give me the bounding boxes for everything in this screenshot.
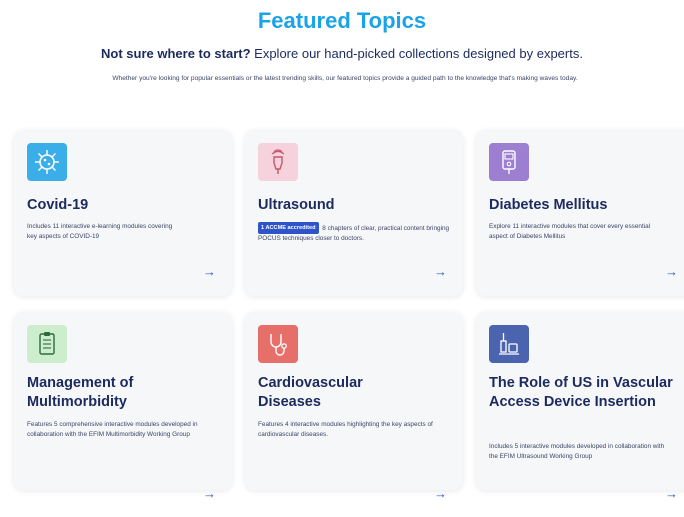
ultrasound-probe-icon — [258, 143, 298, 181]
card-title: Cardiovascular Diseases — [258, 375, 363, 410]
glucose-meter-icon — [489, 143, 529, 181]
subtitle-rest: Explore our hand-picked collections desi… — [250, 46, 583, 61]
card-title: Diabetes Mellitus — [489, 197, 608, 213]
virus-icon — [27, 143, 67, 181]
card-description: Explore 11 interactive modules that cove… — [489, 223, 651, 240]
card-title: Management of Multimorbidity — [27, 375, 134, 410]
page-description: Whether you're looking for popular essen… — [112, 75, 578, 82]
syringe-vial-icon — [489, 325, 529, 363]
page-subtitle: Not sure where to start? Explore our han… — [0, 46, 684, 61]
page-title: Featured Topics — [257, 8, 427, 33]
card-description: Features 4 interactive modules highlight… — [258, 421, 433, 438]
accreditation-badge: 1 ACCME accredited — [258, 222, 319, 234]
card-description: 1 ACCME accredited 8 chapters of clear, … — [258, 222, 453, 244]
card-title: Ultrasound — [258, 197, 335, 213]
topic-card-vascular-access[interactable]: The Role of US in Vascular Access Device… — [476, 312, 684, 501]
topic-card-diabetes[interactable]: Diabetes Mellitus Explore 11 interactive… — [476, 130, 684, 296]
topic-card-ultrasound[interactable]: Ultrasound 1 ACCME accredited 8 chapters… — [245, 130, 463, 296]
subtitle-bold: Not sure where to start? — [101, 46, 251, 61]
clipboard-checklist-icon — [27, 325, 67, 363]
arrow-right-icon[interactable]: → — [203, 486, 216, 501]
card-description: Features 5 comprehensive interactive mod… — [27, 421, 198, 438]
card-description: Includes 5 interactive modules developed… — [489, 443, 665, 460]
stethoscope-heart-icon — [258, 325, 298, 363]
topic-card-cardiovascular[interactable]: Cardiovascular Diseases Features 4 inter… — [245, 312, 463, 501]
arrow-right-icon[interactable]: → — [434, 264, 447, 279]
arrow-right-icon[interactable]: → — [665, 264, 678, 279]
arrow-right-icon[interactable]: → — [665, 486, 678, 501]
topic-card-multimorbidity[interactable]: Management of Multimorbidity Features 5 … — [14, 312, 232, 501]
topic-card-covid[interactable]: Covid-19 Includes 11 interactive e-learn… — [14, 130, 232, 296]
arrow-right-icon[interactable]: → — [434, 486, 447, 501]
card-title: The Role of US in Vascular Access Device… — [489, 375, 673, 410]
arrow-right-icon[interactable]: → — [203, 264, 216, 279]
card-title: Covid-19 — [27, 197, 89, 213]
card-description: Includes 11 interactive e-learning modul… — [27, 223, 173, 240]
